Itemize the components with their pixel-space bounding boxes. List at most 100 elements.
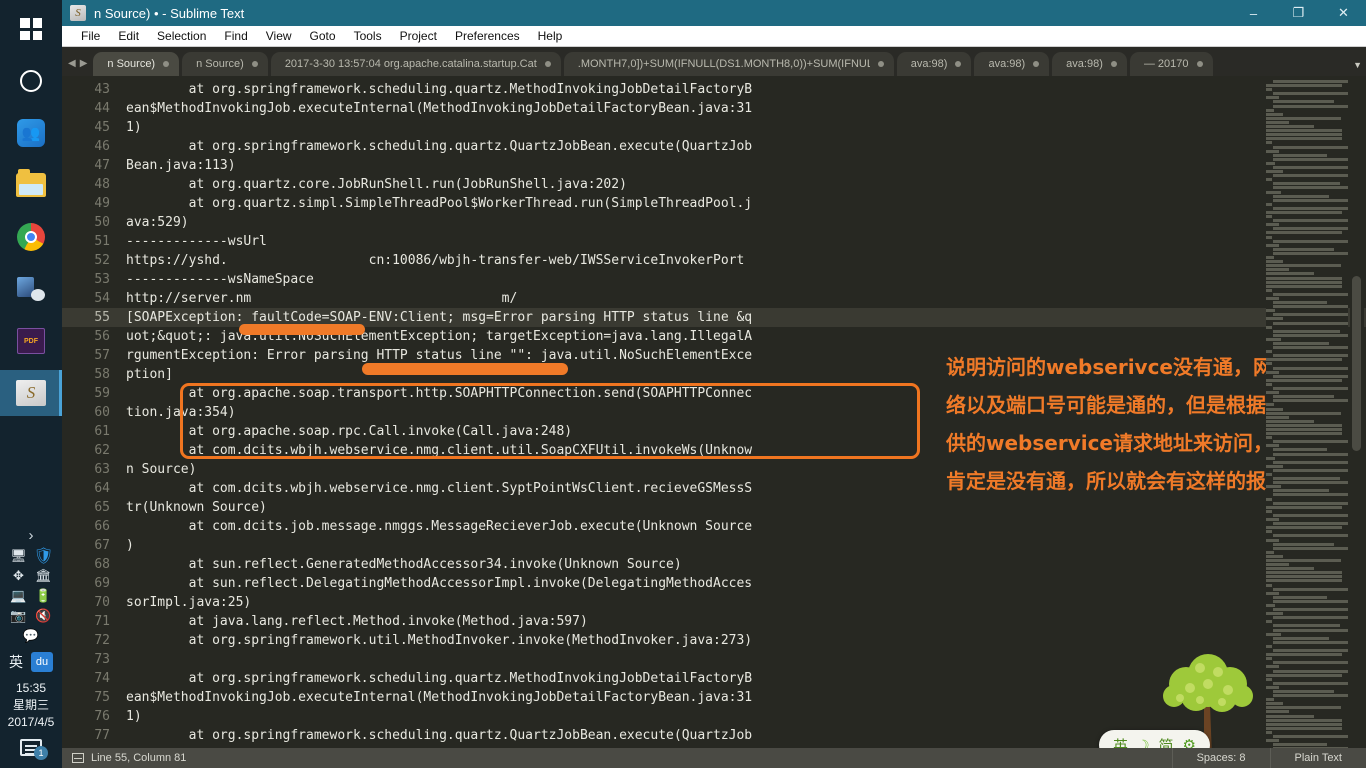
restore-button[interactable]: ❐ — [1276, 0, 1321, 26]
status-bar: Line 55, Column 81 Spaces: 8 Plain Text — [62, 748, 1366, 768]
ime-lang-label[interactable]: 英 — [9, 652, 23, 672]
tab-next-button[interactable]: ▶ — [80, 58, 88, 69]
sublime-text-button[interactable]: S — [0, 370, 62, 416]
code-line[interactable]: at com.dcits.job.message.nmggs.MessageRe… — [120, 517, 1366, 536]
tab-dirty-indicator-icon[interactable] — [955, 61, 962, 67]
tabs-host: n Source) n Source) 2017-3-30 13:57:04 org… — [93, 52, 1215, 76]
line-number: 54 — [94, 291, 110, 306]
minimap-line — [1266, 612, 1283, 616]
clock-time: 15:35 — [15, 681, 47, 695]
editor-tab[interactable]: n Source) — [93, 52, 180, 76]
minimap-line — [1273, 80, 1348, 83]
sidebar-toggle-icon[interactable] — [72, 753, 84, 763]
minimap-line — [1266, 260, 1283, 264]
code-line[interactable]: ean$MethodInvokingJob.executeInternal(Me… — [120, 99, 1366, 118]
tab-dirty-indicator-icon[interactable] — [1110, 61, 1117, 67]
code-line[interactable]: http://server.nm m/ — [120, 289, 1366, 308]
baidu-ime-icon[interactable]: du — [31, 652, 53, 672]
menu-item-tools[interactable]: Tools — [345, 26, 391, 47]
virtual-machine-icon — [17, 277, 45, 301]
camera-icon[interactable]: 📷 — [7, 606, 31, 626]
tab-dirty-indicator-icon[interactable] — [544, 61, 551, 67]
close-button[interactable]: ✕ — [1321, 0, 1366, 26]
menu-item-preferences[interactable]: Preferences — [446, 26, 529, 47]
network-share-icon[interactable]: 🖥 — [7, 546, 31, 566]
code-line[interactable]: Bean.java:113) — [120, 156, 1366, 175]
minimap-line — [1273, 681, 1348, 685]
battery-icon[interactable]: 🔋 — [32, 586, 56, 606]
minimap-line — [1273, 440, 1348, 444]
menu-item-find[interactable]: Find — [215, 26, 256, 47]
antivirus-icon[interactable]: 🏛 — [32, 566, 56, 586]
pdf-button[interactable]: PDF — [8, 318, 54, 364]
tray-expand-chevron-icon[interactable]: › — [0, 523, 62, 546]
code-line[interactable]: ava:529) — [120, 213, 1366, 232]
minimap-line — [1266, 485, 1281, 489]
code-line[interactable]: tr(Unknown Source) — [120, 498, 1366, 517]
minimap-line — [1273, 522, 1348, 526]
menu-item-view[interactable]: View — [257, 26, 301, 47]
code-line[interactable]: at org.quartz.simpl.SimpleThreadPool$Wor… — [120, 194, 1366, 213]
code-line[interactable]: 1) — [120, 118, 1366, 137]
shield-icon[interactable]: 🛡 — [32, 546, 56, 566]
minimap-line — [1273, 448, 1327, 452]
editor-tab[interactable]: n Source) — [182, 52, 268, 76]
bluetooth-icon[interactable]: ✥ — [7, 566, 31, 586]
code-line[interactable]: at sun.reflect.DelegatingMethodAccessorI… — [120, 574, 1366, 593]
editor-tab[interactable]: ava:98) — [1052, 52, 1127, 76]
cortana-button[interactable] — [8, 58, 54, 104]
display-icon[interactable]: 💻 — [7, 586, 31, 606]
code-line[interactable]: -------------wsNameSpace — [120, 270, 1366, 289]
tab-dirty-indicator-icon[interactable] — [1033, 61, 1040, 67]
menu-item-help[interactable]: Help — [529, 26, 572, 47]
code-line[interactable]: -------------wsUrl — [120, 232, 1366, 251]
minimap-line — [1266, 284, 1342, 288]
menu-item-selection[interactable]: Selection — [148, 26, 215, 47]
tab-prev-button[interactable]: ◀ — [68, 58, 76, 69]
wechat-icon[interactable]: 💬 — [19, 626, 43, 646]
code-line[interactable]: sorImpl.java:25) — [120, 593, 1366, 612]
tab-dirty-indicator-icon[interactable] — [1196, 61, 1203, 67]
vm-button[interactable] — [8, 266, 54, 312]
minimap-line — [1266, 558, 1341, 562]
editor-tab[interactable]: .MONTH7,0])+SUM(IFNULL(DS1.MONTH8,0))+SU… — [563, 52, 894, 76]
editor-tab[interactable]: 2017-3-30 13:57:04 org.apache.catalina.s… — [270, 52, 561, 76]
indentation-setting[interactable]: Spaces: 8 — [1171, 748, 1270, 768]
line-number: 47 — [94, 158, 110, 173]
scrollbar-thumb[interactable] — [1352, 276, 1361, 451]
code-line[interactable]: ) — [120, 536, 1366, 555]
chrome-button[interactable] — [8, 214, 54, 260]
notification-center-button[interactable]: 1 — [0, 735, 62, 764]
file-explorer-button[interactable] — [8, 162, 54, 208]
minimize-button[interactable]: – — [1231, 0, 1276, 26]
start-button[interactable] — [8, 6, 54, 52]
editor-tab[interactable]: — 20170 — [1129, 52, 1213, 76]
editor-tab[interactable]: ava:98) — [896, 52, 972, 76]
code-line[interactable]: at java.lang.reflect.Method.invoke(Metho… — [120, 612, 1366, 631]
tab-dirty-indicator-icon[interactable] — [163, 61, 170, 67]
system-tray: › 🖥 🛡 ✥ 🏛 💻 🔋 📷 🔇 💬 英 du 15:35 星期三 2017/… — [0, 523, 62, 768]
tab-dirty-indicator-icon[interactable] — [251, 61, 258, 67]
minimap-line — [1266, 84, 1342, 88]
editor-tab[interactable]: ava:98) — [974, 52, 1050, 76]
minimap-line — [1266, 116, 1341, 120]
minimap-line — [1273, 387, 1348, 391]
minimap-line — [1266, 604, 1275, 607]
menu-item-project[interactable]: Project — [391, 26, 446, 47]
menu-item-goto[interactable]: Goto — [301, 26, 345, 47]
tab-dirty-indicator-icon[interactable] — [877, 61, 884, 67]
syntax-setting[interactable]: Plain Text — [1269, 748, 1366, 768]
code-line[interactable]: at org.quartz.core.JobRunShell.run(JobRu… — [120, 175, 1366, 194]
tab-overflow-menu-icon[interactable]: ▼ — [1353, 60, 1362, 70]
volume-mute-icon[interactable]: 🔇 — [32, 606, 56, 626]
taskbar-clock[interactable]: 15:35 星期三 2017/4/5 — [0, 674, 62, 735]
menu-item-file[interactable]: File — [72, 26, 109, 47]
minimap-line — [1266, 178, 1272, 182]
code-line[interactable]: https://yshd. cn:10086/wbjh-transfer-web… — [120, 251, 1366, 270]
code-line[interactable]: at sun.reflect.GeneratedMethodAccessor34… — [120, 555, 1366, 574]
menu-item-edit[interactable]: Edit — [109, 26, 148, 47]
code-line[interactable]: at org.springframework.scheduling.quartz… — [120, 137, 1366, 156]
vertical-scrollbar[interactable] — [1350, 76, 1364, 768]
code-line[interactable]: at org.springframework.scheduling.quartz… — [120, 80, 1366, 99]
people-button[interactable]: 👥 — [8, 110, 54, 156]
